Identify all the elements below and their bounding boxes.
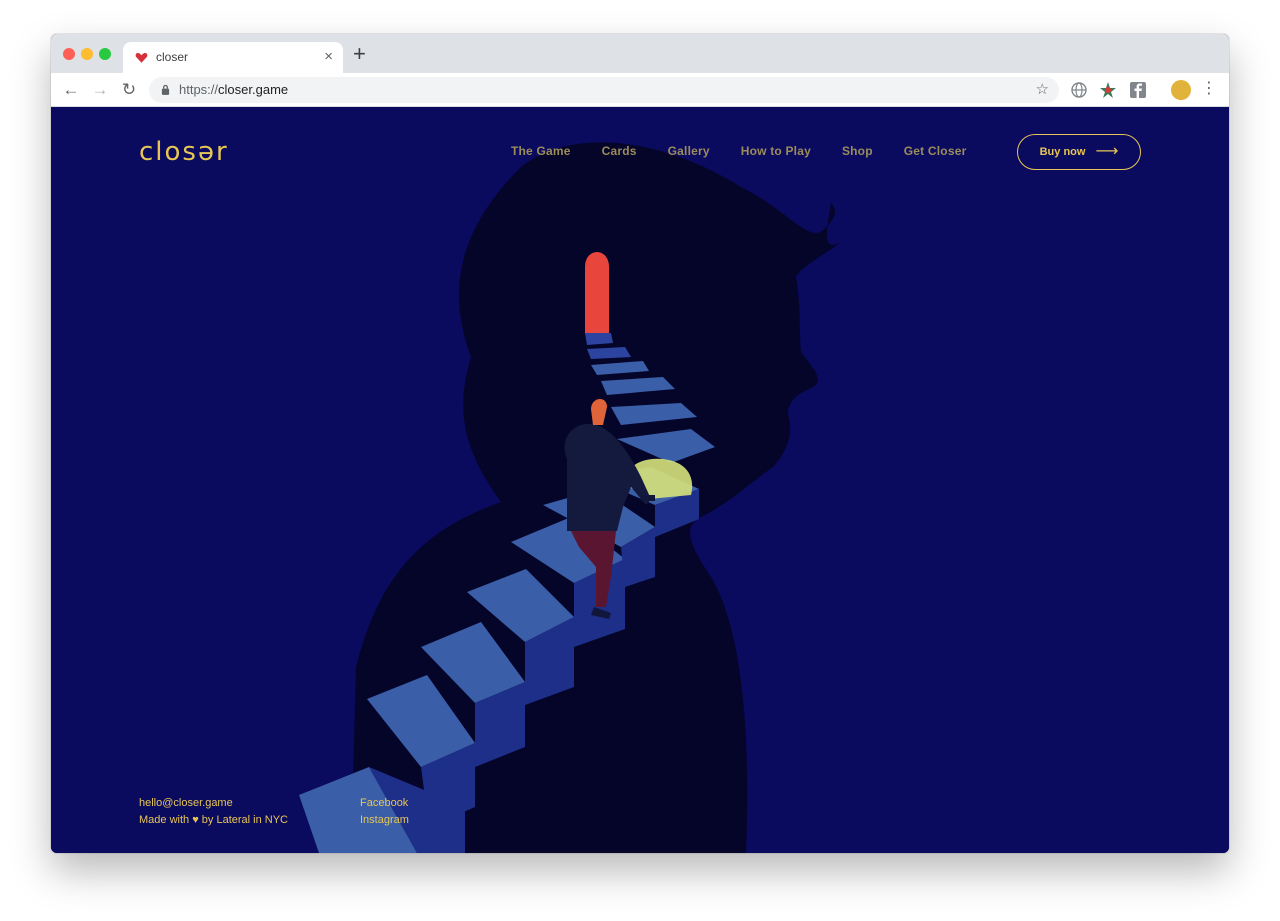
close-window-button[interactable] bbox=[63, 48, 75, 60]
reload-button[interactable]: ↻ bbox=[118, 79, 140, 101]
door bbox=[585, 252, 609, 333]
tab-close-icon[interactable]: × bbox=[324, 48, 333, 66]
forward-button[interactable]: → bbox=[89, 79, 111, 101]
footer-social: Facebook Instagram bbox=[360, 795, 409, 829]
made-suffix[interactable]: by Lateral in NYC bbox=[202, 814, 288, 826]
profile-avatar[interactable] bbox=[1171, 80, 1191, 100]
facebook-icon[interactable] bbox=[1129, 81, 1147, 99]
facebook-link[interactable]: Facebook bbox=[360, 795, 409, 812]
lock-icon bbox=[161, 84, 170, 95]
site-logo[interactable]: closər bbox=[139, 137, 229, 167]
new-tab-button[interactable]: + bbox=[353, 43, 366, 65]
minimize-window-button[interactable] bbox=[81, 48, 93, 60]
browser-menu-icon[interactable]: ⋮ bbox=[1201, 78, 1217, 100]
page-content: closər The Game Cards Gallery How to Pla… bbox=[51, 107, 1229, 853]
nav-cards[interactable]: Cards bbox=[602, 144, 637, 158]
star-icon[interactable]: ☆ bbox=[1036, 80, 1049, 98]
tab-title: closer bbox=[156, 50, 189, 64]
tab-strip: closer × + bbox=[51, 34, 1229, 73]
arrow-right-icon: ⟶ bbox=[1095, 143, 1119, 160]
maximize-window-button[interactable] bbox=[99, 48, 111, 60]
footer-contact: hello@closer.game Made with ♥ by Lateral… bbox=[139, 795, 288, 829]
heart-icon: ♥ bbox=[192, 814, 199, 826]
main-nav: The Game Cards Gallery How to Play Shop … bbox=[511, 144, 997, 158]
url-text: https://closer.game bbox=[179, 82, 288, 97]
back-button[interactable]: ← bbox=[60, 79, 82, 101]
url-host: closer.game bbox=[218, 82, 289, 97]
instagram-link[interactable]: Instagram bbox=[360, 812, 409, 829]
made-prefix: Made with bbox=[139, 814, 190, 826]
buy-now-button[interactable]: Buy now ⟶ bbox=[1017, 134, 1141, 170]
nav-get-closer[interactable]: Get Closer bbox=[904, 144, 967, 158]
nav-the-game[interactable]: The Game bbox=[511, 144, 571, 158]
puzzle-icon[interactable] bbox=[1099, 81, 1117, 99]
browser-toolbar: ← → ↻ https://closer.game ☆ ⋮ bbox=[51, 73, 1229, 107]
globe-icon[interactable] bbox=[1070, 81, 1088, 99]
hero-illustration bbox=[299, 142, 841, 853]
heart-icon bbox=[135, 52, 148, 63]
browser-tab[interactable]: closer × bbox=[123, 42, 343, 73]
address-bar[interactable]: https://closer.game ☆ bbox=[149, 77, 1059, 103]
browser-window: closer × + ← → ↻ https://closer.game ☆ ⋮… bbox=[51, 34, 1229, 853]
nav-shop[interactable]: Shop bbox=[842, 144, 873, 158]
contact-email[interactable]: hello@closer.game bbox=[139, 795, 288, 812]
url-scheme: https:// bbox=[179, 82, 219, 97]
nav-gallery[interactable]: Gallery bbox=[668, 144, 710, 158]
nav-how-to-play[interactable]: How to Play bbox=[741, 144, 811, 158]
buy-now-label: Buy now bbox=[1039, 146, 1086, 158]
made-with-credit: Made with ♥ by Lateral in NYC bbox=[139, 812, 288, 829]
